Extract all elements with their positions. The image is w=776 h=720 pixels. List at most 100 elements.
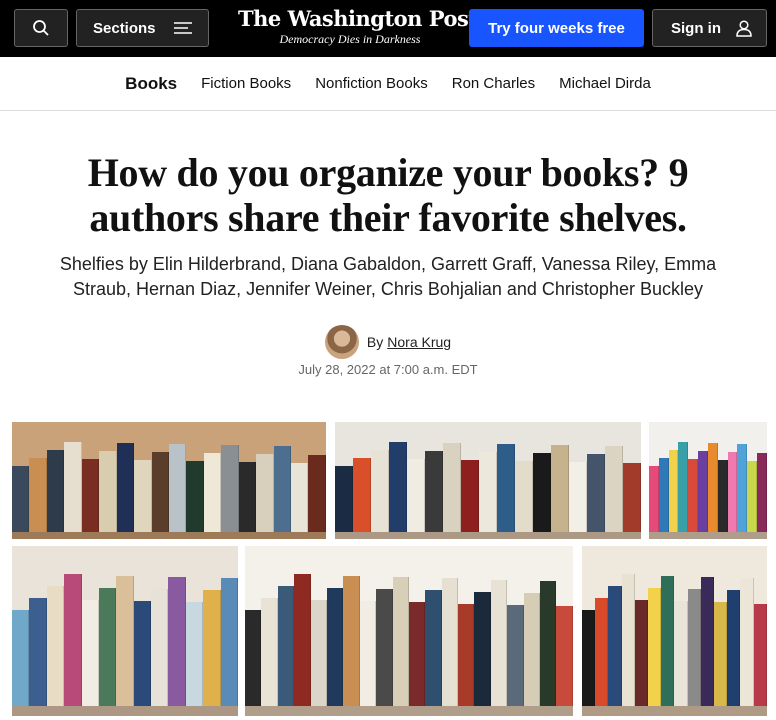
book-spine xyxy=(392,577,409,706)
book-spine xyxy=(220,578,238,706)
shelf-photo-5 xyxy=(245,546,573,716)
book-spine xyxy=(294,574,311,706)
book-spine xyxy=(556,606,573,706)
site-logo[interactable]: The Washington Post Democracy Dies in Da… xyxy=(238,6,478,46)
book-spine xyxy=(551,444,569,532)
book-spine xyxy=(408,602,426,706)
book-spine xyxy=(99,451,117,532)
book-spine xyxy=(461,460,479,532)
book-spine xyxy=(291,462,309,532)
book-spine xyxy=(203,590,221,706)
book-spine xyxy=(203,452,222,532)
book-spine xyxy=(273,445,291,532)
book-spine xyxy=(81,599,99,706)
subheadline: Shelfies by Elin Hilderbrand, Diana Gaba… xyxy=(59,254,717,299)
book-spine xyxy=(12,610,30,706)
nav-ron-charles[interactable]: Ron Charles xyxy=(452,75,535,92)
book-spine xyxy=(29,458,47,532)
book-spine xyxy=(714,602,728,706)
book-spine xyxy=(740,578,754,706)
book-spine xyxy=(727,451,738,532)
book-spine xyxy=(186,461,204,532)
shelf-photo-1 xyxy=(12,422,326,539)
logo-tagline: Democracy Dies in Darkness xyxy=(279,32,421,46)
book-spine xyxy=(221,444,239,532)
subscribe-button[interactable]: Try four weeks free xyxy=(469,9,644,47)
book-spine xyxy=(515,461,533,532)
book-spine xyxy=(256,453,274,532)
search-button[interactable] xyxy=(14,9,68,47)
nav-michael-dirda[interactable]: Michael Dirda xyxy=(559,75,651,92)
shelf-plank xyxy=(649,532,767,539)
nav-books[interactable]: Books xyxy=(125,74,177,94)
book-spine xyxy=(582,610,596,706)
book-spine xyxy=(648,587,662,706)
book-spine xyxy=(717,460,728,532)
book-spine xyxy=(98,587,117,706)
book-spine xyxy=(747,461,758,532)
book-spine xyxy=(441,578,459,706)
book-spine xyxy=(474,591,491,706)
book-spine xyxy=(64,441,82,532)
book-spine xyxy=(81,459,100,532)
book-spine xyxy=(727,590,741,706)
book-spine xyxy=(533,452,551,532)
byline: By Nora Krug xyxy=(0,325,776,359)
sign-in-button[interactable]: Sign in xyxy=(652,9,767,47)
book-spine xyxy=(443,442,461,532)
book-spine xyxy=(376,588,393,706)
author-link[interactable]: Nora Krug xyxy=(387,334,451,350)
book-spine xyxy=(64,574,82,706)
nav-nonfiction-books[interactable]: Nonfiction Books xyxy=(315,75,428,92)
shelf-photo-3 xyxy=(649,422,767,539)
book-spine xyxy=(46,586,65,706)
book-spine xyxy=(621,574,635,706)
book-spine xyxy=(674,600,688,706)
book-spine xyxy=(335,466,353,532)
sign-in-label: Sign in xyxy=(671,19,721,37)
book-spine xyxy=(12,466,30,532)
book-spine xyxy=(757,452,767,532)
book-spine xyxy=(343,575,360,706)
shelf-photo-2 xyxy=(335,422,641,539)
book-spine xyxy=(238,461,257,532)
book-row xyxy=(245,573,573,706)
author-avatar xyxy=(324,325,359,359)
shelf-plank xyxy=(335,532,641,539)
book-spine xyxy=(687,588,701,706)
book-row xyxy=(335,441,641,532)
book-spine xyxy=(668,450,679,532)
headline: How do you organize your books? 9 author… xyxy=(87,150,689,240)
menu-icon xyxy=(174,22,192,34)
book-row xyxy=(12,441,326,532)
book-spine xyxy=(623,462,641,532)
byline-prefix: By xyxy=(366,334,384,350)
book-spine xyxy=(523,592,541,706)
user-icon xyxy=(736,19,752,37)
book-row xyxy=(12,573,238,706)
nav-fiction-books[interactable]: Fiction Books xyxy=(201,75,291,92)
book-spine xyxy=(185,602,204,706)
book-spine xyxy=(587,453,605,532)
book-spine xyxy=(634,599,649,706)
book-spine xyxy=(46,450,65,532)
book-row xyxy=(649,441,767,532)
book-spine xyxy=(649,466,659,532)
book-spine xyxy=(707,442,718,532)
book-spine xyxy=(151,451,169,532)
book-spine xyxy=(261,598,278,706)
book-spine xyxy=(497,443,515,532)
book-spine xyxy=(540,580,557,706)
sections-button[interactable]: Sections xyxy=(76,9,209,47)
book-spine xyxy=(308,454,326,532)
book-spine xyxy=(425,590,442,706)
book-spine xyxy=(168,443,187,532)
search-icon xyxy=(33,20,49,36)
section-nav: Books Fiction Books Nonfiction Books Ron… xyxy=(0,57,776,111)
book-spine xyxy=(29,598,47,706)
logo-name: The Washington Post xyxy=(238,6,478,31)
book-spine xyxy=(490,579,508,706)
shelf-plank xyxy=(582,706,767,716)
book-spine xyxy=(116,442,135,532)
book-spine xyxy=(700,577,715,706)
